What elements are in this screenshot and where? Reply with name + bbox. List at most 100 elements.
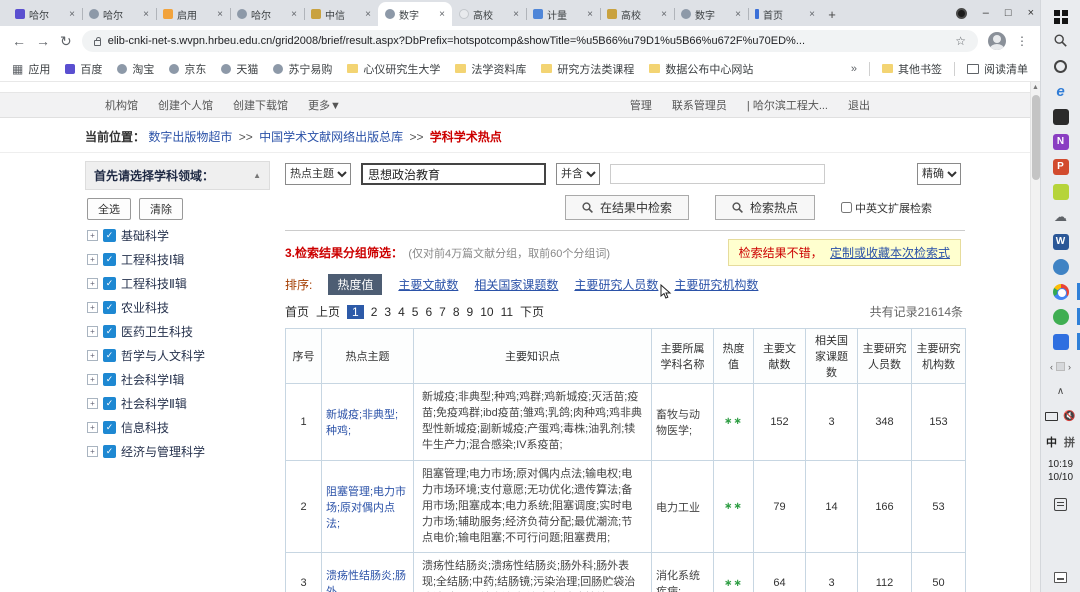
- tab[interactable]: 启用×: [156, 2, 230, 26]
- cortana-icon[interactable]: [1041, 54, 1080, 79]
- tab-close-icon[interactable]: ×: [291, 9, 297, 20]
- sort-option[interactable]: 相关国家课题数: [474, 276, 558, 293]
- scroll-up-icon[interactable]: ▲: [1031, 82, 1040, 93]
- page-number[interactable]: 8: [453, 305, 460, 319]
- tab-close-icon[interactable]: ×: [143, 9, 149, 20]
- tab-close-icon[interactable]: ×: [69, 9, 75, 20]
- tab[interactable]: 哈尔×: [82, 2, 156, 26]
- sort-option-heat-active[interactable]: 热度值: [328, 274, 382, 295]
- topic-link[interactable]: 新城疫;非典型;种鸡;: [326, 409, 398, 437]
- expand-icon[interactable]: +: [87, 326, 98, 337]
- minimize-button[interactable]: –: [983, 7, 989, 19]
- column-header[interactable]: 主要研究人员数: [858, 329, 912, 384]
- sort-option[interactable]: 主要研究人员数: [574, 276, 658, 293]
- bilingual-expand-checkbox[interactable]: [841, 202, 852, 213]
- column-header[interactable]: 主要文献数: [754, 329, 806, 384]
- new-tab-button[interactable]: +: [822, 4, 842, 24]
- onenote-icon[interactable]: N: [1041, 129, 1080, 154]
- collapse-icon[interactable]: ▲: [253, 171, 261, 180]
- expand-icon[interactable]: +: [87, 398, 98, 409]
- bookmark-item[interactable]: 法学资料库: [455, 61, 526, 77]
- expand-icon[interactable]: +: [87, 350, 98, 361]
- site-nav-link[interactable]: 创建下载馆: [233, 97, 288, 113]
- subject-item[interactable]: +✓社会科学Ⅱ辑: [87, 395, 270, 412]
- checked-checkbox-icon[interactable]: ✓: [103, 301, 116, 314]
- topic-link[interactable]: 溃疡性结肠炎;肠外: [326, 570, 406, 592]
- page-first[interactable]: 首页: [285, 303, 309, 320]
- subject-item[interactable]: +✓农业科技: [87, 299, 270, 316]
- secondary-search-input[interactable]: [610, 164, 825, 184]
- breadcrumb-link-market[interactable]: 数字出版物超市: [148, 130, 232, 144]
- checked-checkbox-icon[interactable]: ✓: [103, 445, 116, 458]
- taskbar-scroll-right-icon[interactable]: ›: [1068, 362, 1071, 372]
- checked-checkbox-icon[interactable]: ✓: [103, 253, 116, 266]
- page-number[interactable]: 2: [371, 305, 378, 319]
- action-center[interactable]: [1041, 492, 1080, 517]
- sort-option[interactable]: 主要文献数: [398, 276, 458, 293]
- checked-checkbox-icon[interactable]: ✓: [103, 397, 116, 410]
- other-bookmarks[interactable]: 其他书签: [882, 61, 942, 77]
- site-nav-link[interactable]: 更多▼: [308, 97, 341, 113]
- tab-close-icon[interactable]: ×: [587, 9, 593, 20]
- bookmark-item[interactable]: 数据公布中心网站: [649, 61, 753, 77]
- app-dark-icon[interactable]: [1041, 104, 1080, 129]
- subject-item[interactable]: +✓信息科技: [87, 419, 270, 436]
- ime-lang-icon[interactable]: 中: [1046, 434, 1057, 450]
- bookmark-item[interactable]: 心仪研究生大学: [347, 61, 440, 77]
- reading-list[interactable]: 阅读清单: [967, 61, 1028, 77]
- chrome-icon[interactable]: [1041, 279, 1080, 304]
- sort-option[interactable]: 主要研究机构数: [674, 276, 758, 293]
- sidebar-header[interactable]: 首先请选择学科领域： ▲: [85, 161, 270, 190]
- bookmarks-overflow-icon[interactable]: »: [851, 63, 857, 75]
- browser-menu-icon[interactable]: ⋮: [1016, 34, 1028, 48]
- site-nav-link[interactable]: 创建个人馆: [158, 97, 213, 113]
- search-input[interactable]: [361, 163, 546, 185]
- word-icon[interactable]: W: [1041, 229, 1080, 254]
- column-header[interactable]: 热度值: [714, 329, 754, 384]
- page-number[interactable]: 9: [467, 305, 474, 319]
- checked-checkbox-icon[interactable]: ✓: [103, 325, 116, 338]
- clear-button[interactable]: 清除: [139, 198, 183, 220]
- bookmark-item[interactable]: 研究方法类课程: [541, 61, 634, 77]
- tab[interactable]: 高校×: [600, 2, 674, 26]
- back-icon[interactable]: ←: [12, 34, 26, 48]
- page-number[interactable]: 3: [384, 305, 391, 319]
- address-bar[interactable]: elib-cnki-net-s.wvpn.hrbeu.edu.cn/grid20…: [82, 30, 978, 52]
- bookmark-star-icon[interactable]: ☆: [955, 34, 966, 48]
- url-text[interactable]: elib-cnki-net-s.wvpn.hrbeu.edu.cn/grid20…: [108, 35, 949, 47]
- search-in-results-button[interactable]: 在结果中检索: [565, 195, 689, 220]
- checked-checkbox-icon[interactable]: ✓: [103, 229, 116, 242]
- start-button[interactable]: [1041, 4, 1080, 29]
- checked-checkbox-icon[interactable]: ✓: [103, 373, 116, 386]
- save-query-link[interactable]: 定制或收藏本次检索式: [830, 246, 950, 260]
- mute-speaker-icon[interactable]: 🔇: [1063, 411, 1075, 422]
- display-icon[interactable]: [1045, 412, 1058, 421]
- close-button[interactable]: ×: [1028, 7, 1034, 19]
- column-header[interactable]: 热点主题: [322, 329, 414, 384]
- bookmark-item[interactable]: 淘宝: [117, 61, 154, 77]
- ie-icon[interactable]: e: [1041, 79, 1080, 104]
- expand-icon[interactable]: +: [87, 278, 98, 289]
- maximize-button[interactable]: □: [1005, 7, 1012, 19]
- profile-avatar[interactable]: [988, 32, 1006, 50]
- subject-item[interactable]: +✓经济与管理科学: [87, 443, 270, 460]
- checked-checkbox-icon[interactable]: ✓: [103, 349, 116, 362]
- internet-globe-icon[interactable]: [1041, 254, 1080, 279]
- page-scrollbar[interactable]: ▲: [1030, 82, 1040, 592]
- tab[interactable]: 哈尔×: [8, 2, 82, 26]
- expand-icon[interactable]: +: [87, 422, 98, 433]
- forward-icon[interactable]: →: [36, 34, 50, 48]
- page-number[interactable]: 10: [480, 305, 493, 319]
- page-next[interactable]: 下页: [520, 303, 544, 320]
- site-nav-link[interactable]: 机构馆: [105, 97, 138, 113]
- tab-close-icon[interactable]: ×: [365, 9, 371, 20]
- site-nav-link[interactable]: | 哈尔滨工程大...: [747, 97, 828, 113]
- bookmark-item[interactable]: 京东: [169, 61, 206, 77]
- column-header[interactable]: 相关国家课题数: [806, 329, 858, 384]
- tab-close-icon[interactable]: ×: [661, 9, 667, 20]
- breadcrumb-link-library[interactable]: 中国学术文献网络出版总库: [259, 130, 403, 144]
- search-icon[interactable]: [1041, 29, 1080, 54]
- bookmark-item[interactable]: 百度: [65, 61, 102, 77]
- tab[interactable]: 中信×: [304, 2, 378, 26]
- expand-icon[interactable]: +: [87, 446, 98, 457]
